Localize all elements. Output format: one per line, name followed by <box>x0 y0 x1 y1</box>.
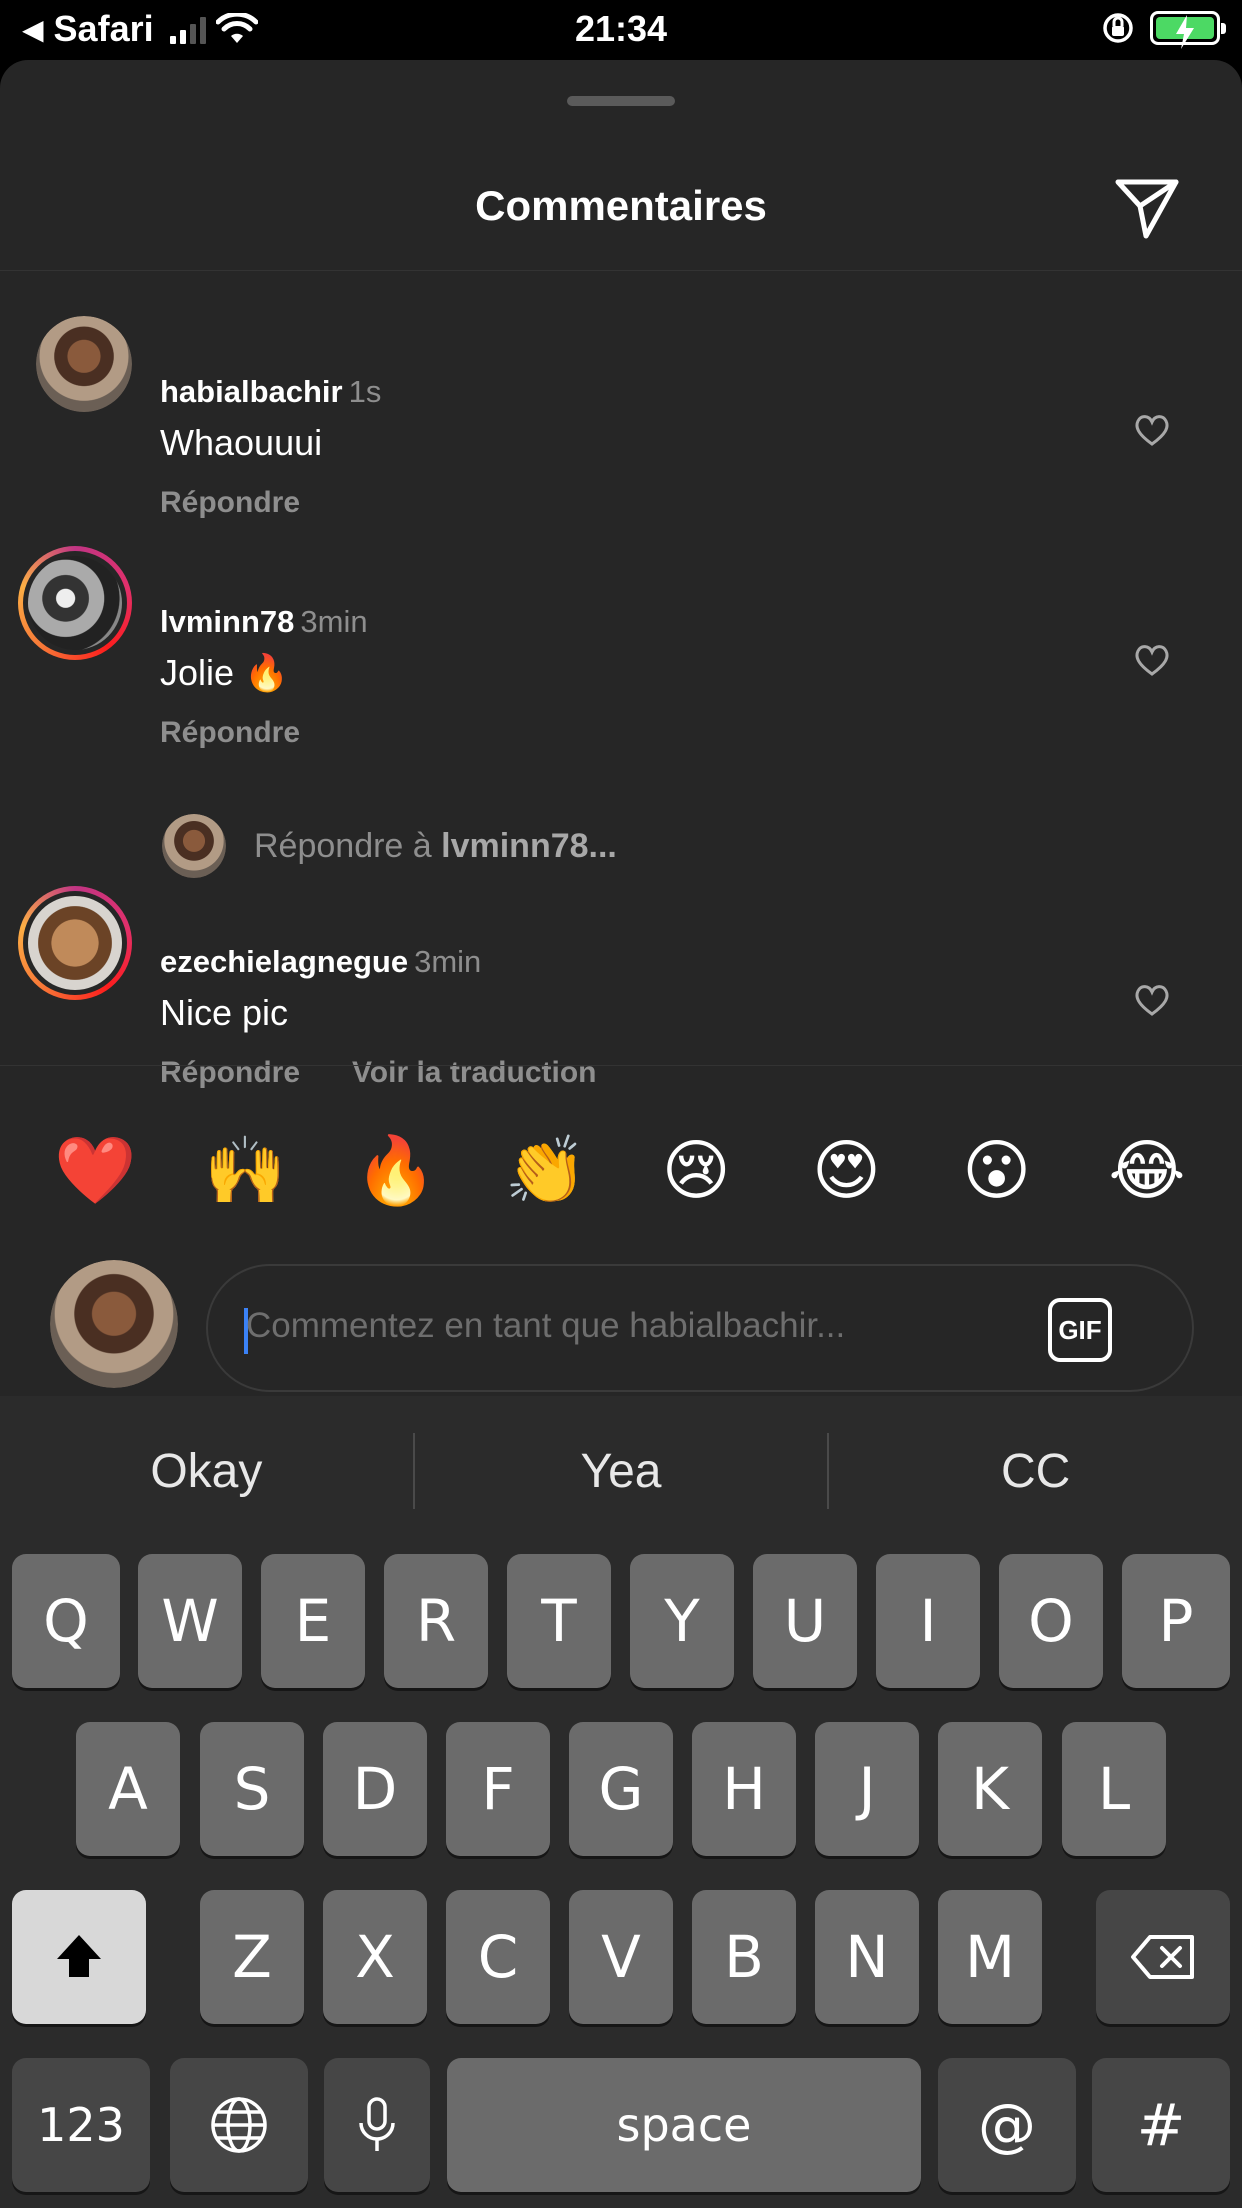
key-s[interactable]: S <box>200 1722 304 1856</box>
see-translation-button[interactable]: Voir la traduction <box>352 1056 596 1090</box>
key-x[interactable]: X <box>323 1890 427 2024</box>
key-a[interactable]: A <box>76 1722 180 1856</box>
battery-icon <box>1150 11 1226 49</box>
key-p[interactable]: P <box>1122 1554 1230 1688</box>
backspace-icon <box>1131 1935 1194 1979</box>
comment-placeholder: Commentez en tant que habialbachir... <box>246 1306 846 1345</box>
comment-text: Jolie 🔥 <box>160 652 289 693</box>
comment-username[interactable]: ezechielagnegue <box>160 944 408 979</box>
key-y[interactable]: Y <box>630 1554 734 1688</box>
key-g[interactable]: G <box>569 1722 673 1856</box>
like-heart-icon[interactable] <box>1132 980 1172 1020</box>
key-t[interactable]: T <box>507 1554 611 1688</box>
key-h[interactable]: H <box>692 1722 796 1856</box>
avatar-story-ring[interactable] <box>18 886 132 1000</box>
delete-key[interactable] <box>1096 1890 1230 2024</box>
emoji-surprised[interactable]: 😮 <box>952 1137 1042 1203</box>
dictation-key[interactable] <box>324 2058 430 2192</box>
microphone-icon <box>359 2097 395 2151</box>
key-n[interactable]: N <box>815 1890 919 2024</box>
key-i[interactable]: I <box>876 1554 980 1688</box>
comment-text: Whaouuui <box>160 422 323 463</box>
key-r[interactable]: R <box>384 1554 488 1688</box>
suggestion-1[interactable]: Okay <box>0 1444 413 1499</box>
key-z[interactable]: Z <box>200 1890 304 2024</box>
reply-button[interactable]: Répondre <box>160 1056 300 1090</box>
comment-input[interactable]: Commentez en tant que habialbachir... GI… <box>206 1264 1194 1392</box>
shift-key[interactable] <box>12 1890 146 2024</box>
avatar <box>50 1260 178 1388</box>
orientation-lock-icon <box>1103 13 1133 43</box>
emoji-fire[interactable]: 🔥 <box>351 1137 441 1203</box>
suggestion-bar: Okay Yea CC <box>0 1396 1242 1546</box>
key-f[interactable]: F <box>446 1722 550 1856</box>
hash-key[interactable]: # <box>1092 2058 1230 2192</box>
space-key[interactable]: space <box>447 2058 921 2192</box>
key-l[interactable]: L <box>1062 1722 1166 1856</box>
emoji-quick-bar: ❤️ 🙌 🔥 👏 😢 😍 😮 😂 <box>0 1110 1242 1230</box>
comment-username[interactable]: lvminn78 <box>160 604 294 639</box>
comment-text: Nice pic <box>160 992 289 1033</box>
globe-key[interactable] <box>170 2058 308 2192</box>
emoji-laughing[interactable]: 😂 <box>1102 1137 1192 1203</box>
reply-button[interactable]: Répondre <box>160 716 300 750</box>
numbers-key[interactable]: 123 <box>12 2058 150 2192</box>
key-d[interactable]: D <box>323 1722 427 1856</box>
key-m[interactable]: M <box>938 1890 1042 2024</box>
sheet-grabber[interactable] <box>567 96 675 106</box>
key-v[interactable]: V <box>569 1890 673 2024</box>
reply-target-user: lvminn78 <box>441 826 589 865</box>
status-bar: ◀ Safari 21:34 <box>0 0 1242 60</box>
like-heart-icon[interactable] <box>1132 640 1172 680</box>
header-divider <box>0 270 1242 271</box>
comment-time: 3min <box>300 604 368 639</box>
shift-arrow-icon <box>57 1935 101 1977</box>
globe-icon <box>211 2097 267 2153</box>
comment-username[interactable]: habialbachir <box>160 374 343 409</box>
keyboard: Okay Yea CC Q W E R T Y U I O P A S D F … <box>0 1396 1242 2208</box>
suggestion-2[interactable]: Yea <box>415 1444 828 1499</box>
share-icon[interactable] <box>1112 172 1182 242</box>
at-key[interactable]: @ <box>938 2058 1076 2192</box>
emoji-divider <box>0 1065 1242 1066</box>
key-w[interactable]: W <box>138 1554 242 1688</box>
avatar[interactable] <box>36 316 132 412</box>
key-b[interactable]: B <box>692 1890 796 2024</box>
reply-prompt[interactable]: Répondre à lvminn78... <box>162 814 617 878</box>
clock: 21:34 <box>574 8 668 49</box>
gif-button[interactable]: GIF <box>1048 1298 1112 1362</box>
comments-sheet: Commentaires habialbachir 1s Whaouuui Rép… <box>0 60 1242 1396</box>
key-e[interactable]: E <box>261 1554 365 1688</box>
comment-time: 1s <box>348 374 382 409</box>
comment-time: 3min <box>414 944 482 979</box>
like-heart-icon[interactable] <box>1132 410 1172 450</box>
reply-button[interactable]: Répondre <box>160 486 300 520</box>
page-title: Commentaires <box>475 182 767 229</box>
emoji-crying[interactable]: 😢 <box>651 1137 741 1203</box>
avatar <box>162 814 226 878</box>
comment-composer: Commentez en tant que habialbachir... GI… <box>0 1240 1242 1396</box>
emoji-clapping[interactable]: 👏 <box>501 1137 591 1203</box>
key-j[interactable]: J <box>815 1722 919 1856</box>
key-o[interactable]: O <box>999 1554 1103 1688</box>
key-u[interactable]: U <box>753 1554 857 1688</box>
reply-ellipsis: ... <box>588 826 617 865</box>
key-q[interactable]: Q <box>12 1554 120 1688</box>
key-k[interactable]: K <box>938 1722 1042 1856</box>
avatar-story-ring[interactable] <box>18 546 132 660</box>
key-c[interactable]: C <box>446 1890 550 2024</box>
emoji-heart[interactable]: ❤️ <box>50 1137 140 1203</box>
emoji-raised-hands[interactable]: 🙌 <box>200 1137 290 1203</box>
suggestion-3[interactable]: CC <box>829 1444 1242 1499</box>
emoji-heart-eyes[interactable]: 😍 <box>801 1137 891 1203</box>
reply-prefix: Répondre à <box>254 826 442 865</box>
